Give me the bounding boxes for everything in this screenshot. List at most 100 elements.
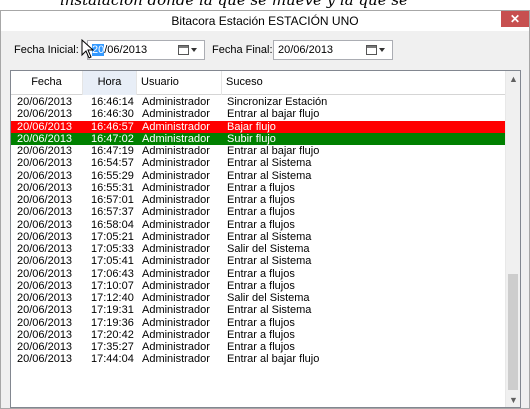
vertical-scrollbar[interactable]: ▲ ▼ (505, 71, 520, 407)
cell-fecha: 20/06/2013 (17, 279, 73, 292)
column-header-suceso[interactable]: Suceso (222, 71, 506, 95)
scroll-down-button[interactable]: ▼ (506, 392, 520, 407)
cell-fecha: 20/06/2013 (17, 206, 73, 219)
table-row[interactable]: 20/06/2013 17:12:40 Administrador Salir del… (11, 292, 506, 304)
end-date-label: Fecha Final: (212, 44, 273, 56)
start-date-label: Fecha Inicial: (14, 44, 79, 56)
close-icon: ✕ (509, 12, 521, 26)
table-row[interactable]: 20/06/2013 16:58:04 Administrador Entrar a … (11, 219, 506, 231)
table-row[interactable]: 20/06/2013 17:44:04 Administrador Entrar al… (11, 353, 506, 365)
start-date-dropdown-button[interactable] (178, 44, 202, 56)
cell-suceso: Entrar a flujos (227, 206, 295, 219)
chevron-down-icon: ▼ (509, 394, 518, 405)
column-header-hora[interactable]: Hora (83, 71, 137, 95)
cell-hora: 16:57:01 (91, 194, 134, 206)
cell-suceso: Entrar al Sistema (227, 230, 312, 243)
cell-usuario: Administrador (142, 230, 210, 243)
table-row[interactable]: 20/06/2013 16:55:29 Administrador Entrar al… (11, 170, 506, 182)
table-row[interactable]: 20/06/2013 16:57:37 Administrador Entrar a … (11, 206, 506, 218)
cell-fecha: 20/06/2013 (17, 169, 73, 182)
column-header-usuario[interactable]: Usuario (137, 71, 222, 95)
end-date-value[interactable]: 20/06/2013 (278, 44, 333, 56)
log-table[interactable]: Fecha Hora Usuario Suceso 20/06/2013 16:4… (10, 70, 521, 408)
cell-fecha: 20/06/2013 (17, 316, 73, 329)
table-row[interactable]: 20/06/2013 16:46:14 Administrador Sincroniz… (11, 96, 506, 108)
cell-fecha: 20/06/2013 (17, 255, 73, 268)
cell-hora: 17:05:21 (91, 230, 134, 243)
cell-suceso: Entrar a flujos (227, 341, 295, 353)
table-row[interactable]: 20/06/2013 16:46:57 Administrador Bajar flu… (11, 120, 506, 133)
table-header: Fecha Hora Usuario Suceso (11, 71, 506, 95)
table-row[interactable]: 20/06/2013 17:05:41 Administrador Entrar al… (11, 255, 506, 267)
cell-usuario: Administrador (142, 120, 210, 133)
table-row[interactable]: 20/06/2013 16:47:02 Administrador Subir flu… (11, 132, 506, 145)
cell-usuario: Administrador (142, 328, 210, 341)
table-row[interactable]: 20/06/2013 17:20:42 Administrador Entrar a … (11, 329, 506, 341)
cell-hora: 16:55:29 (91, 169, 134, 182)
cell-suceso: Entrar a flujos (227, 316, 295, 329)
cell-fecha: 20/06/2013 (17, 341, 73, 353)
table-row[interactable]: 20/06/2013 17:05:33 Administrador Salir del… (11, 243, 506, 255)
table-row[interactable]: 20/06/2013 16:47:19 Administrador Entrar al… (11, 145, 506, 157)
background-text: instalación donde la que se mueve y la q… (60, 0, 408, 9)
table-row[interactable]: 20/06/2013 16:54:57 Administrador Entrar al… (11, 157, 506, 169)
table-row[interactable]: 20/06/2013 17:35:27 Administrador Entrar a … (11, 341, 506, 353)
cell-fecha: 20/06/2013 (17, 157, 73, 170)
bitacora-window: Bitacora Estación ESTACIÓN UNO ✕ Fecha I… (0, 10, 530, 409)
start-date-value[interactable]: 20/06/2013 (92, 44, 147, 56)
cell-hora: 16:54:57 (91, 157, 134, 170)
cell-suceso: Entrar al bajar flujo (227, 145, 320, 157)
scroll-up-button[interactable]: ▲ (506, 71, 520, 86)
cell-fecha: 20/06/2013 (17, 304, 73, 317)
end-date-picker[interactable]: 20/06/2013 (273, 40, 393, 60)
cell-hora: 17:35:27 (91, 341, 134, 353)
column-header-fecha[interactable]: Fecha (11, 71, 83, 95)
cell-usuario: Administrador (142, 279, 210, 292)
cell-suceso: Entrar a flujos (227, 267, 295, 280)
table-row[interactable]: 20/06/2013 17:19:36 Administrador Entrar a … (11, 317, 506, 329)
cell-fecha: 20/06/2013 (17, 230, 73, 243)
close-button[interactable]: ✕ (501, 11, 529, 27)
cell-suceso: Subir flujo (227, 132, 276, 145)
end-date-dropdown-button[interactable] (366, 44, 390, 56)
cell-usuario: Administrador (142, 169, 210, 182)
cell-hora: 16:55:31 (91, 181, 134, 194)
cell-suceso: Entrar al Sistema (227, 304, 312, 317)
cell-fecha: 20/06/2013 (17, 218, 73, 231)
table-row[interactable]: 20/06/2013 16:55:31 Administrador Entrar a … (11, 182, 506, 194)
cell-usuario: Administrador (142, 267, 210, 280)
cell-suceso: Entrar al bajar flujo (227, 353, 320, 366)
cell-hora: 16:46:14 (91, 96, 134, 108)
calendar-icon (178, 45, 189, 55)
cell-fecha: 20/06/2013 (17, 194, 73, 206)
table-row[interactable]: 20/06/2013 17:06:43 Administrador Entrar a … (11, 268, 506, 280)
table-row[interactable]: 20/06/2013 16:57:01 Administrador Entrar a … (11, 194, 506, 206)
table-row[interactable]: 20/06/2013 17:10:07 Administrador Entrar a … (11, 280, 506, 292)
cell-suceso: Entrar a flujos (227, 279, 295, 292)
cell-suceso: Entrar a flujos (227, 181, 295, 194)
cell-usuario: Administrador (142, 292, 210, 304)
cell-suceso: Salir del Sistema (227, 243, 310, 255)
cell-suceso: Bajar flujo (227, 120, 276, 133)
cell-suceso: Entrar al Sistema (227, 157, 312, 170)
cell-hora: 16:57:37 (91, 206, 134, 219)
table-body: 20/06/2013 16:46:14 Administrador Sincroniz… (11, 96, 506, 366)
calendar-icon (366, 45, 377, 55)
cell-usuario: Administrador (142, 316, 210, 329)
cell-fecha: 20/06/2013 (17, 120, 73, 133)
cell-suceso: Entrar a flujos (227, 218, 295, 231)
cell-hora: 17:20:42 (91, 328, 134, 341)
cell-fecha: 20/06/2013 (17, 292, 73, 304)
table-row[interactable]: 20/06/2013 17:19:31 Administrador Entrar al… (11, 304, 506, 316)
table-row[interactable]: 20/06/2013 16:46:30 Administrador Entrar al… (11, 108, 506, 120)
cell-usuario: Administrador (142, 304, 210, 317)
start-date-picker[interactable]: 20/06/2013 (87, 40, 205, 60)
scrollbar-thumb[interactable] (508, 274, 518, 390)
cell-usuario: Administrador (142, 96, 210, 108)
cell-usuario: Administrador (142, 341, 210, 353)
cell-hora: 16:46:30 (91, 108, 134, 121)
table-row[interactable]: 20/06/2013 17:05:21 Administrador Entrar al… (11, 231, 506, 243)
cell-usuario: Administrador (142, 157, 210, 170)
cell-hora: 17:44:04 (91, 353, 134, 366)
cell-fecha: 20/06/2013 (17, 132, 73, 145)
